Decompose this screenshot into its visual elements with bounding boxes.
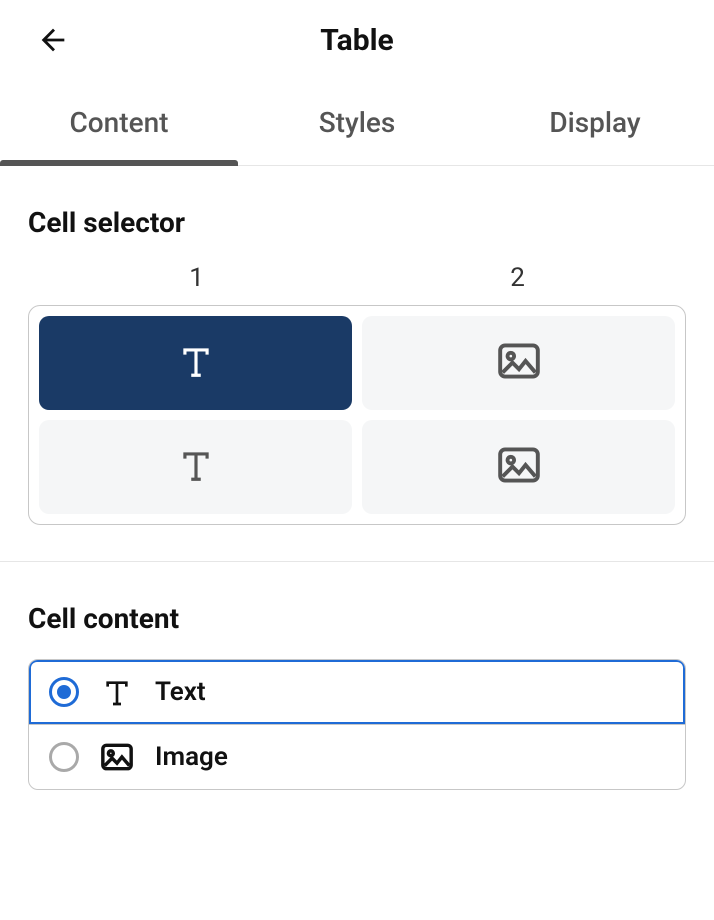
option-image[interactable]: Image bbox=[29, 724, 685, 789]
arrow-left-icon bbox=[36, 23, 70, 57]
radio-button bbox=[49, 742, 79, 772]
text-icon bbox=[177, 446, 215, 488]
option-text[interactable]: Text bbox=[29, 660, 685, 724]
page-title: Table bbox=[320, 23, 393, 58]
image-icon bbox=[99, 741, 135, 773]
option-label: Image bbox=[155, 742, 228, 772]
panel-header: Table bbox=[0, 0, 714, 80]
option-label: Text bbox=[155, 677, 206, 707]
tab-content[interactable]: Content bbox=[0, 80, 238, 165]
cell-selector-section: Cell selector 1 2 bbox=[0, 206, 714, 525]
cell-r1-c1[interactable] bbox=[39, 316, 352, 410]
column-header-2: 2 bbox=[357, 263, 678, 293]
radio-button bbox=[49, 677, 79, 707]
tabs: Content Styles Display bbox=[0, 80, 714, 166]
cell-r2-c1[interactable] bbox=[39, 420, 352, 514]
cell-content-options: Text Image bbox=[28, 659, 686, 790]
tab-display[interactable]: Display bbox=[476, 80, 714, 165]
cell-r1-c2[interactable] bbox=[362, 316, 675, 410]
back-button[interactable] bbox=[28, 15, 78, 65]
cell-r2-c2[interactable] bbox=[362, 420, 675, 514]
cell-content-title: Cell content bbox=[28, 602, 686, 635]
text-icon bbox=[177, 342, 215, 384]
cell-grid bbox=[28, 305, 686, 525]
image-icon bbox=[497, 447, 541, 487]
tab-styles[interactable]: Styles bbox=[238, 80, 476, 165]
column-header-1: 1 bbox=[36, 263, 357, 293]
divider bbox=[0, 561, 714, 562]
column-headers: 1 2 bbox=[28, 263, 686, 293]
image-icon bbox=[497, 343, 541, 383]
cell-selector-title: Cell selector bbox=[28, 206, 686, 239]
cell-content-section: Cell content Text Image bbox=[0, 602, 714, 790]
text-icon bbox=[99, 676, 135, 708]
